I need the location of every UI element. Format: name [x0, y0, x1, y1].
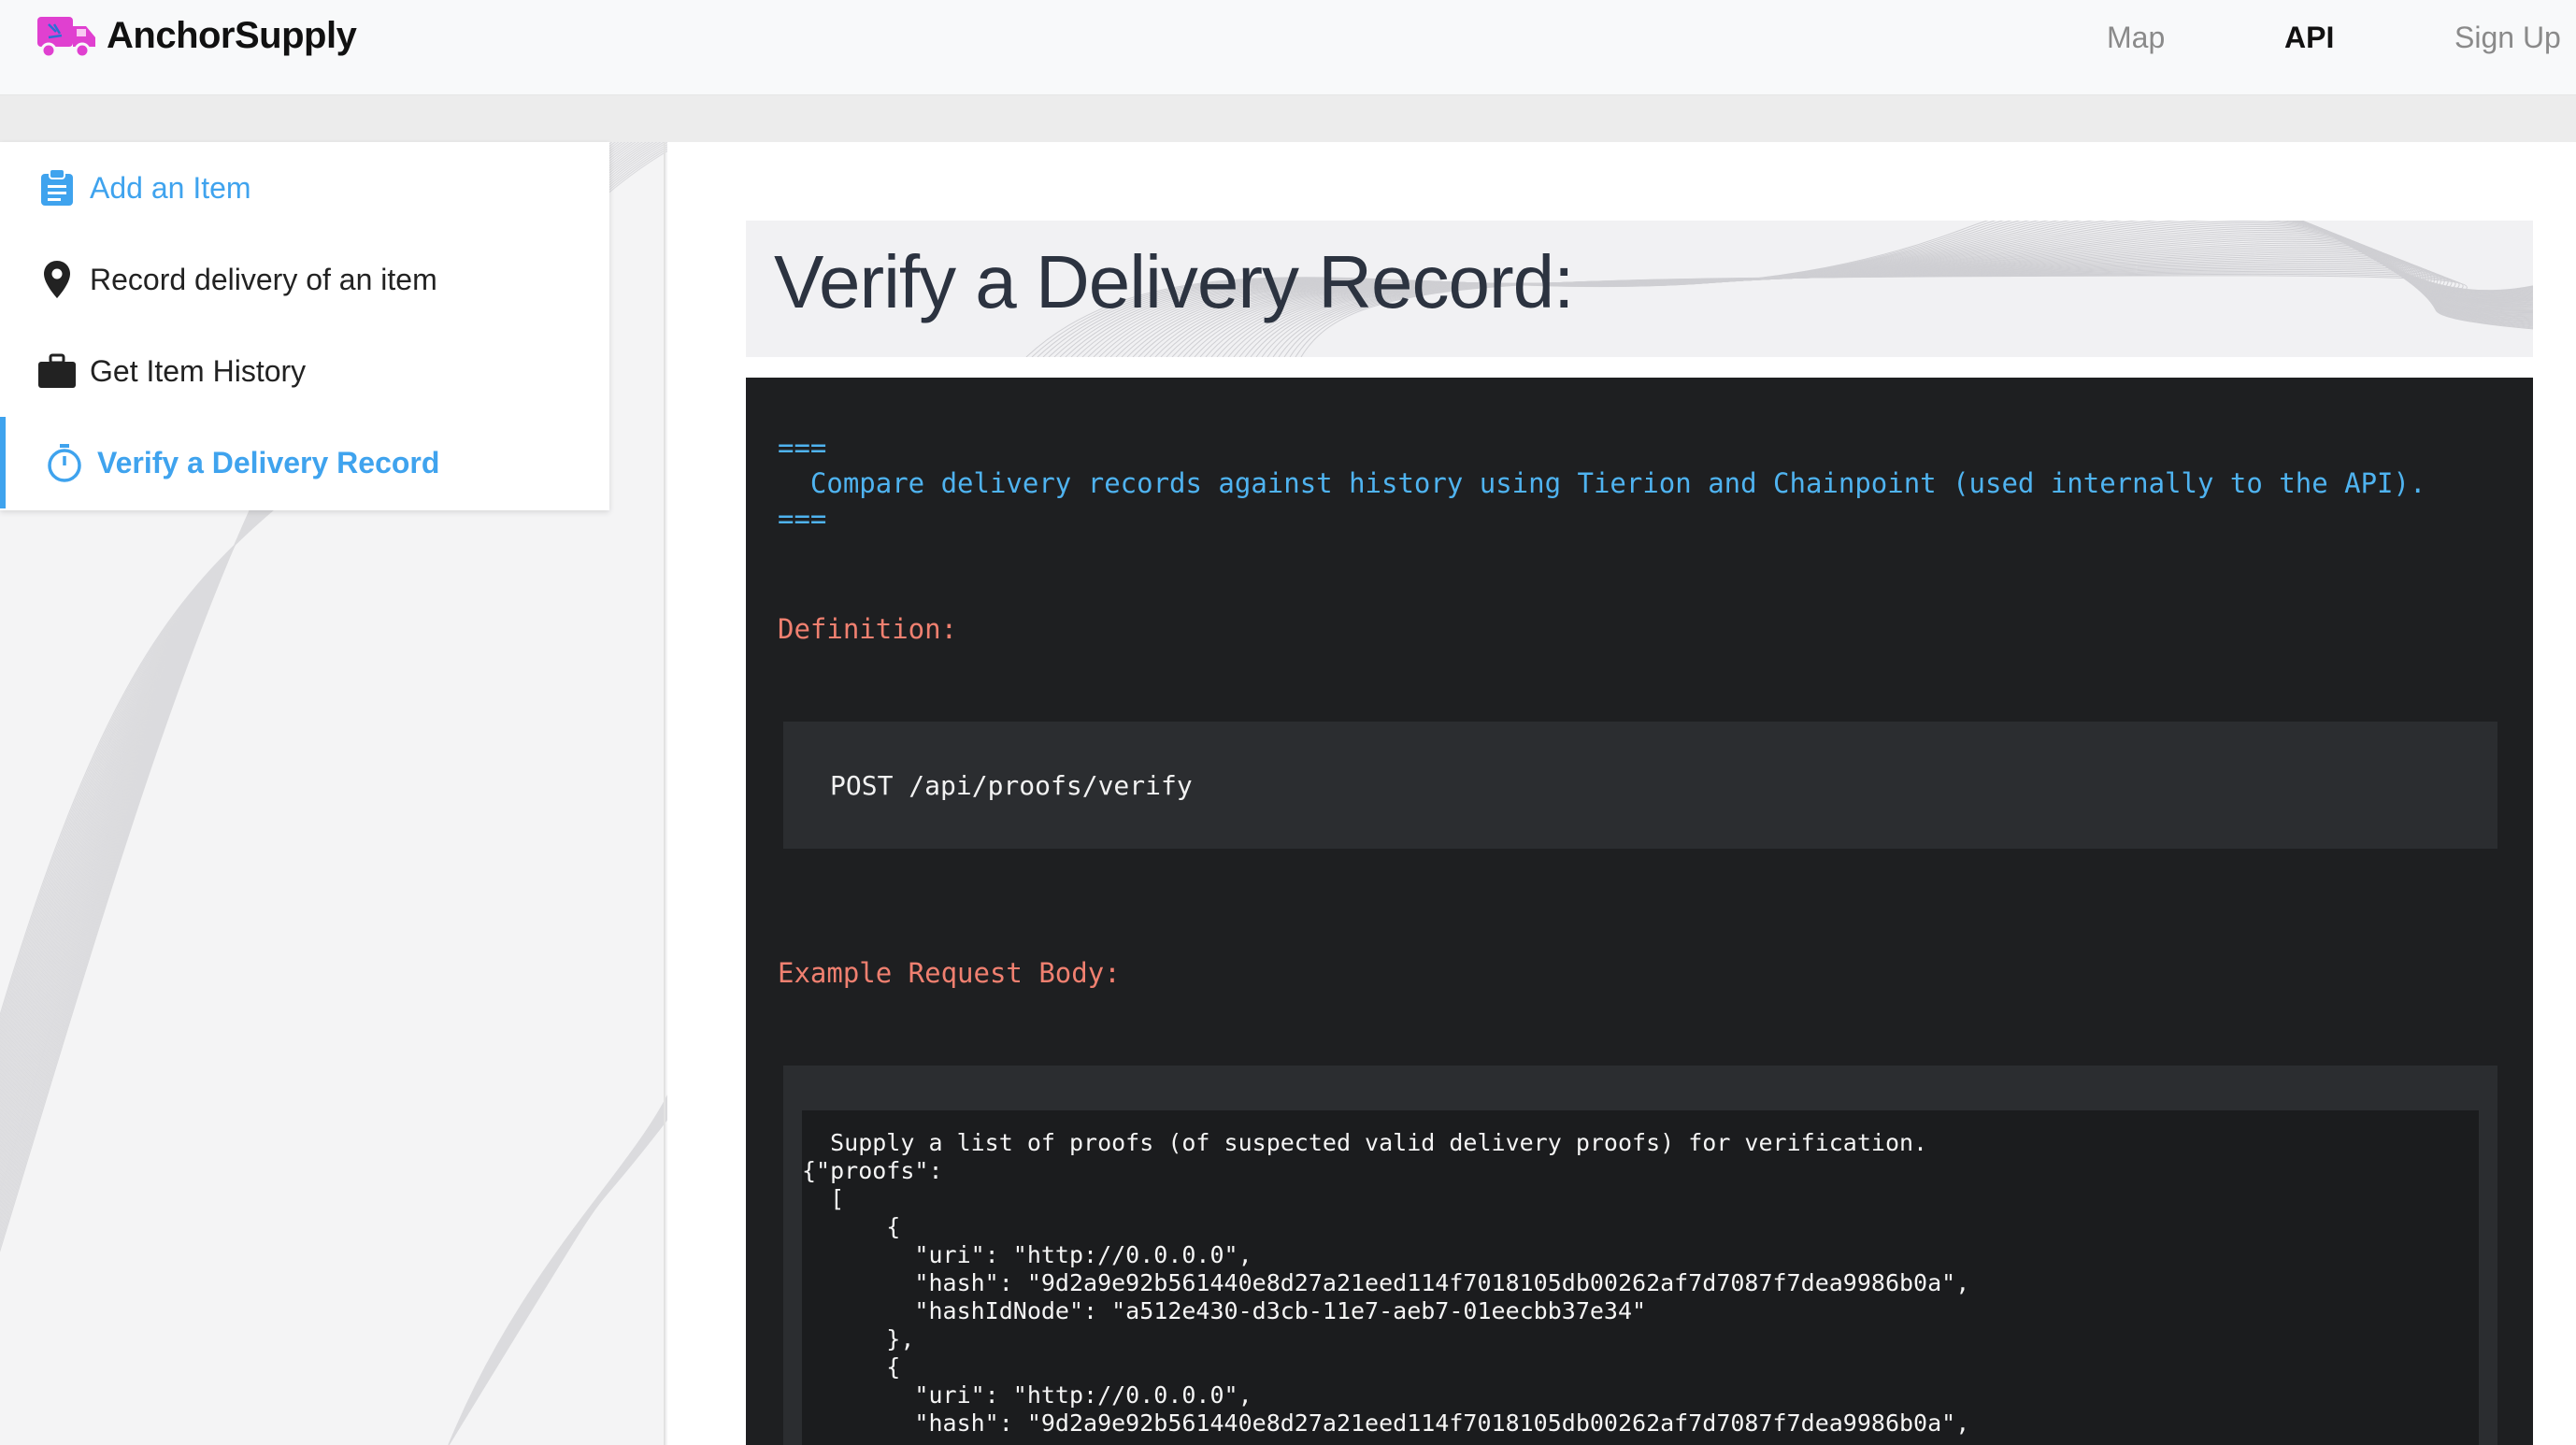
example-request-body[interactable]: Supply a list of proofs (of suspected va…: [802, 1129, 1969, 1438]
nav-signup-link[interactable]: Sign Up: [2454, 21, 2561, 55]
example-code-block: Supply a list of proofs (of suspected va…: [783, 1066, 2497, 1445]
definition-code[interactable]: POST /api/proofs/verify: [830, 770, 1193, 801]
sidebar-menu: Add an Item Record delivery of an item G…: [0, 142, 609, 510]
definition-code-block: POST /api/proofs/verify: [783, 722, 2497, 849]
sidebar-item-add-item[interactable]: Add an Item: [0, 142, 609, 234]
sidebar-item-verify-record[interactable]: Verify a Delivery Record: [0, 417, 609, 508]
sidebar-item-label: Add an Item: [90, 170, 251, 205]
page-title: Verify a Delivery Record:: [774, 240, 1574, 323]
sidebar-item-label: Record delivery of an item: [90, 262, 437, 296]
intro-separator-bottom: ===: [778, 503, 827, 535]
sidebar-item-label: Verify a Delivery Record: [97, 445, 440, 479]
nav-api-link[interactable]: API: [2284, 21, 2334, 55]
definition-label: Definition:: [778, 613, 958, 645]
delivery-truck-icon: [37, 17, 95, 59]
sidebar-item-label: Get Item History: [90, 353, 307, 388]
example-code-inner: Supply a list of proofs (of suspected va…: [802, 1110, 2479, 1445]
title-banner: Verify a Delivery Record:: [746, 221, 2533, 357]
intro-separator-top: ===: [778, 432, 827, 464]
example-label: Example Request Body:: [778, 957, 1121, 989]
intro-text: Compare delivery records against history…: [778, 467, 2426, 499]
stopwatch-icon: [45, 443, 84, 482]
clipboard-icon: [37, 168, 77, 207]
sidebar-item-item-history[interactable]: Get Item History: [0, 325, 609, 417]
briefcase-icon: [37, 351, 77, 391]
map-pin-icon: [37, 260, 77, 299]
brand-name: AnchorSupply: [107, 14, 357, 56]
header-decoration-strip: [0, 95, 2576, 142]
api-doc-panel: === Compare delivery records against his…: [746, 378, 2533, 1445]
main-content: Verify a Delivery Record: === Compare de…: [667, 142, 2576, 1445]
sidebar-item-record-delivery[interactable]: Record delivery of an item: [0, 234, 609, 325]
brand[interactable]: AnchorSupply: [36, 11, 357, 60]
nav-map-link[interactable]: Map: [2107, 21, 2165, 55]
navbar: AnchorSupply Map API Sign Up: [0, 0, 2576, 95]
